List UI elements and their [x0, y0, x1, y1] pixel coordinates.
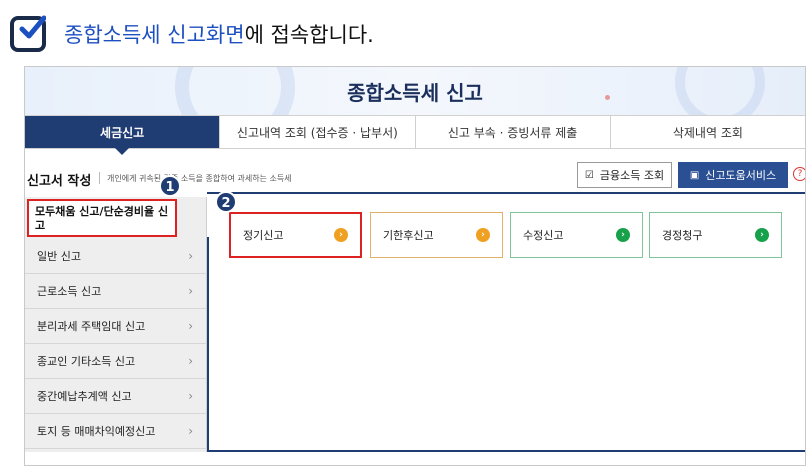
chevron-right-icon: ›: [188, 354, 193, 368]
instruction-highlight: 종합소득세 신고화면: [64, 23, 245, 47]
arrow-right-icon: ›: [616, 228, 630, 242]
card-regular-filing[interactable]: 정기신고 ›: [229, 212, 362, 258]
card-label: 경정청구: [662, 229, 703, 242]
step-badge-one: 1: [159, 175, 181, 197]
instruction-rest: 에 접속합니다.: [244, 23, 374, 47]
sidebar-item-label: 중간예납추계액 신고: [37, 390, 132, 403]
chevron-right-icon: ›: [188, 319, 193, 333]
sidebar-item-label: 종교인 기타소득 신고: [37, 355, 136, 368]
card-label: 정기신고: [243, 229, 284, 242]
sidebar-item-label: 분리과세 주택임대 신고: [37, 320, 146, 333]
financial-income-label: 금융소득 조회: [599, 169, 665, 182]
instruction-text: 종합소득세 신고화면에 접속합니다.: [64, 19, 374, 49]
help-icon[interactable]: ?: [793, 167, 805, 181]
chevron-right-icon: ›: [188, 424, 193, 438]
sidebar-item-auto-fill[interactable]: 모두채움 신고/단순경비율 신고: [27, 199, 177, 237]
document-icon: ☑: [584, 169, 594, 181]
card-label: 수정신고: [523, 229, 564, 242]
card-correction-claim[interactable]: 경정청구 ›: [649, 212, 782, 258]
arrow-right-icon: ›: [755, 228, 769, 242]
card-label: 기한후신고: [383, 229, 434, 242]
section-divider: [99, 172, 100, 184]
help-service-button[interactable]: ▣ 신고도움서비스: [678, 162, 788, 188]
sidebar-item-label: 토지 등 매매차익예정신고: [37, 425, 156, 438]
sidebar-item-religious[interactable]: 종교인 기타소득 신고 ›: [25, 344, 207, 379]
sidebar-item-interim-prepayment[interactable]: 중간예납추계액 신고 ›: [25, 379, 207, 414]
chevron-right-icon: ›: [188, 249, 193, 263]
arrow-right-icon: ›: [476, 228, 490, 242]
checkbox-icon: [10, 15, 46, 52]
card-amended-filing[interactable]: 수정신고 ›: [510, 212, 643, 258]
tab-document-submit[interactable]: 신고 부속 · 증빙서류 제출: [416, 116, 611, 148]
card-late-filing[interactable]: 기한후신고 ›: [370, 212, 503, 258]
sidebar-item-general[interactable]: 일반 신고 ›: [25, 239, 207, 274]
screenshot-frame: 종합소득세 신고 세금신고 신고내역 조회 (접수증 · 납부서) 신고 부속 …: [24, 66, 806, 466]
help-service-label: 신고도움서비스: [705, 169, 777, 182]
arrow-right-icon: ›: [334, 228, 348, 242]
chevron-right-icon: ›: [188, 284, 193, 298]
tab-filing-history[interactable]: 신고내역 조회 (접수증 · 납부서): [220, 116, 416, 148]
sidebar-item-land-sale[interactable]: 토지 등 매매차익예정신고 ›: [25, 414, 207, 449]
sidebar-item-label: 일반 신고: [37, 250, 81, 263]
book-icon: ▣: [689, 169, 700, 181]
sidebar-item-earned-income[interactable]: 근로소득 신고 ›: [25, 274, 207, 309]
tab-deleted-history[interactable]: 삭제내역 조회: [611, 116, 805, 148]
instruction-line: 종합소득세 신고화면에 접속합니다.: [10, 14, 374, 54]
page-title: 종합소득세 신고: [347, 81, 483, 105]
sidebar-item-label: 근로소득 신고: [37, 285, 102, 298]
page-banner: 종합소득세 신고: [25, 67, 805, 147]
chevron-right-icon: ›: [188, 389, 193, 403]
tab-bar: 세금신고 신고내역 조회 (접수증 · 납부서) 신고 부속 · 증빙서류 제출…: [25, 115, 805, 155]
section-description: 개인에게 귀속된 각종 소득을 종합하여 과세하는 소득세: [107, 174, 292, 183]
financial-income-button[interactable]: ☑ 금융소득 조회: [577, 162, 672, 188]
tab-tax-filing[interactable]: 세금신고: [25, 116, 221, 155]
step-badge-two: 2: [215, 191, 237, 213]
section-title: 신고서 작성: [27, 174, 92, 189]
sidebar-item-housing-rental[interactable]: 분리과세 주택임대 신고 ›: [25, 309, 207, 344]
content-panel-border: [207, 237, 209, 452]
